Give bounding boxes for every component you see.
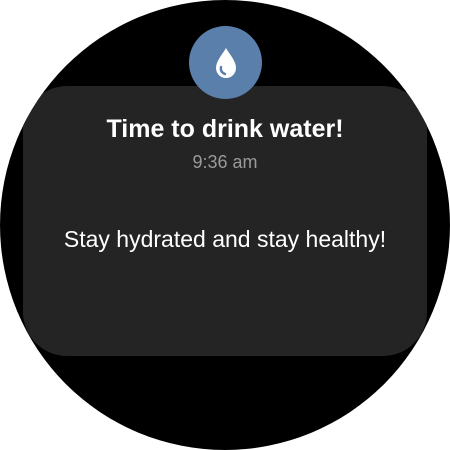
notification-message: Stay hydrated and stay healthy! <box>63 226 387 252</box>
notification-time: 9:36 am <box>192 152 258 172</box>
watch-face: Time to drink water! 9:36 am Stay hydrat… <box>0 0 450 450</box>
water-drop-icon <box>189 26 262 99</box>
notification-title: Time to drink water! <box>106 115 344 143</box>
